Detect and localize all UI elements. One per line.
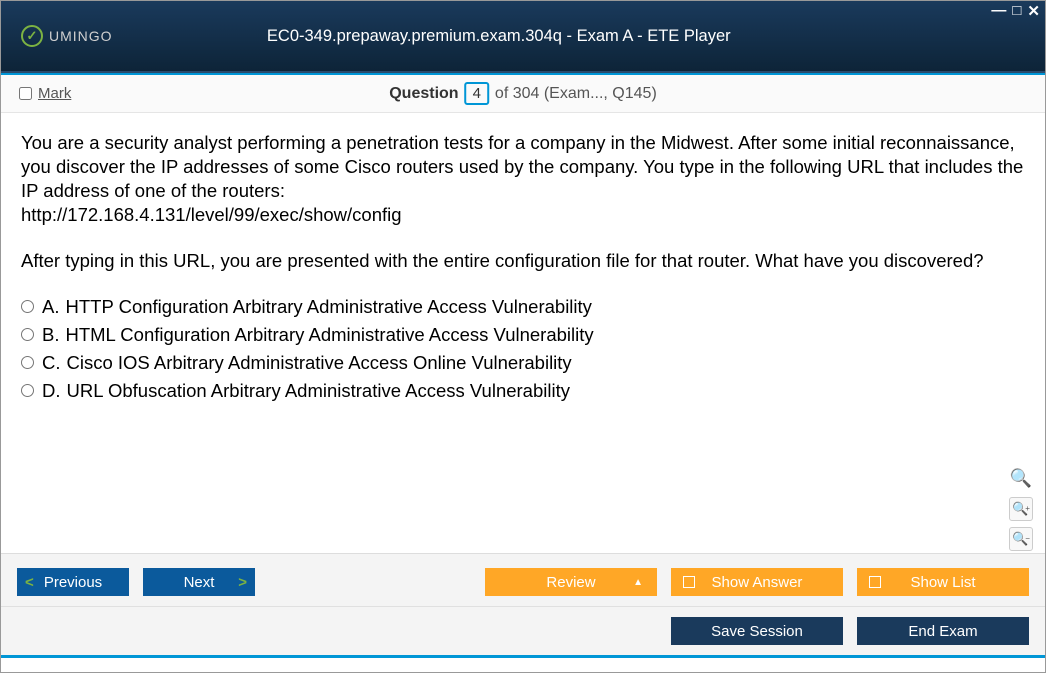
close-icon[interactable]: ✕ bbox=[1027, 2, 1040, 20]
zoom-tools: 🔍 🔍+ 🔍− bbox=[1009, 467, 1033, 551]
option-b-radio[interactable] bbox=[21, 328, 34, 341]
option-d-radio[interactable] bbox=[21, 384, 34, 397]
option-a[interactable]: A. HTTP Configuration Arbitrary Administ… bbox=[21, 295, 1025, 319]
option-d[interactable]: D. URL Obfuscation Arbitrary Administrat… bbox=[21, 379, 1025, 403]
show-list-button[interactable]: Show List bbox=[857, 568, 1029, 596]
option-c-letter: C. bbox=[42, 351, 61, 375]
question-text: You are a security analyst performing a … bbox=[21, 131, 1025, 273]
app-logo: ✓ UMINGO bbox=[21, 25, 113, 47]
bottom-accent-bar bbox=[1, 655, 1045, 658]
zoom-in-icon[interactable]: 🔍+ bbox=[1009, 497, 1033, 521]
option-b[interactable]: B. HTML Configuration Arbitrary Administ… bbox=[21, 323, 1025, 347]
chevron-left-icon: < bbox=[25, 574, 34, 591]
previous-button[interactable]: < Previous bbox=[17, 568, 129, 596]
question-url: http://172.168.4.131/level/99/exec/show/… bbox=[21, 204, 402, 225]
show-answer-checkbox[interactable] bbox=[683, 576, 695, 588]
question-content: You are a security analyst performing a … bbox=[1, 113, 1045, 553]
show-list-checkbox[interactable] bbox=[869, 576, 881, 588]
option-a-letter: A. bbox=[42, 295, 59, 319]
next-label: Next bbox=[184, 574, 215, 591]
search-icon[interactable]: 🔍 bbox=[1009, 467, 1033, 491]
review-button[interactable]: Review ▲ bbox=[485, 568, 657, 596]
footer: < Previous Next > Review ▲ Show Answer S… bbox=[1, 553, 1045, 658]
end-exam-button[interactable]: End Exam bbox=[857, 617, 1029, 645]
question-indicator: Question 4 of 304 (Exam..., Q145) bbox=[389, 82, 657, 105]
option-c[interactable]: C. Cisco IOS Arbitrary Administrative Ac… bbox=[21, 351, 1025, 375]
logo-text: UMINGO bbox=[49, 28, 113, 44]
option-d-letter: D. bbox=[42, 379, 61, 403]
save-session-label: Save Session bbox=[711, 623, 803, 640]
minimize-icon[interactable]: — bbox=[991, 2, 1006, 20]
chevron-up-icon: ▲ bbox=[633, 577, 643, 588]
show-answer-label: Show Answer bbox=[712, 574, 803, 591]
mark-checkbox-wrap[interactable]: Mark bbox=[19, 85, 71, 102]
review-label: Review bbox=[546, 574, 595, 591]
option-c-radio[interactable] bbox=[21, 356, 34, 369]
maximize-icon[interactable]: □ bbox=[1012, 2, 1021, 20]
question-line2: After typing in this URL, you are presen… bbox=[21, 249, 1025, 273]
footer-row-1: < Previous Next > Review ▲ Show Answer S… bbox=[1, 554, 1045, 606]
question-line1: You are a security analyst performing a … bbox=[21, 132, 1023, 201]
save-session-button[interactable]: Save Session bbox=[671, 617, 843, 645]
question-total: of 304 (Exam..., Q145) bbox=[495, 85, 657, 103]
window-controls: — □ ✕ bbox=[991, 2, 1040, 20]
show-answer-button[interactable]: Show Answer bbox=[671, 568, 843, 596]
mark-checkbox[interactable] bbox=[19, 87, 32, 100]
question-label: Question bbox=[389, 85, 458, 103]
logo-check-icon: ✓ bbox=[21, 25, 43, 47]
chevron-right-icon: > bbox=[238, 574, 247, 591]
question-number[interactable]: 4 bbox=[465, 82, 489, 105]
option-b-letter: B. bbox=[42, 323, 59, 347]
footer-row-2: Save Session End Exam bbox=[1, 606, 1045, 655]
window-title: EC0-349.prepaway.premium.exam.304q - Exa… bbox=[113, 27, 885, 46]
option-d-text: URL Obfuscation Arbitrary Administrative… bbox=[67, 379, 570, 403]
previous-label: Previous bbox=[44, 574, 102, 591]
end-exam-label: End Exam bbox=[908, 623, 977, 640]
option-a-radio[interactable] bbox=[21, 300, 34, 313]
title-bar: ✓ UMINGO EC0-349.prepaway.premium.exam.3… bbox=[1, 1, 1045, 73]
show-list-label: Show List bbox=[910, 574, 975, 591]
option-b-text: HTML Configuration Arbitrary Administrat… bbox=[65, 323, 593, 347]
options-list: A. HTTP Configuration Arbitrary Administ… bbox=[21, 295, 1025, 403]
mark-label: Mark bbox=[38, 85, 71, 102]
option-c-text: Cisco IOS Arbitrary Administrative Acces… bbox=[67, 351, 572, 375]
question-bar: Mark Question 4 of 304 (Exam..., Q145) bbox=[1, 75, 1045, 113]
next-button[interactable]: Next > bbox=[143, 568, 255, 596]
zoom-out-icon[interactable]: 🔍− bbox=[1009, 527, 1033, 551]
option-a-text: HTTP Configuration Arbitrary Administrat… bbox=[65, 295, 591, 319]
